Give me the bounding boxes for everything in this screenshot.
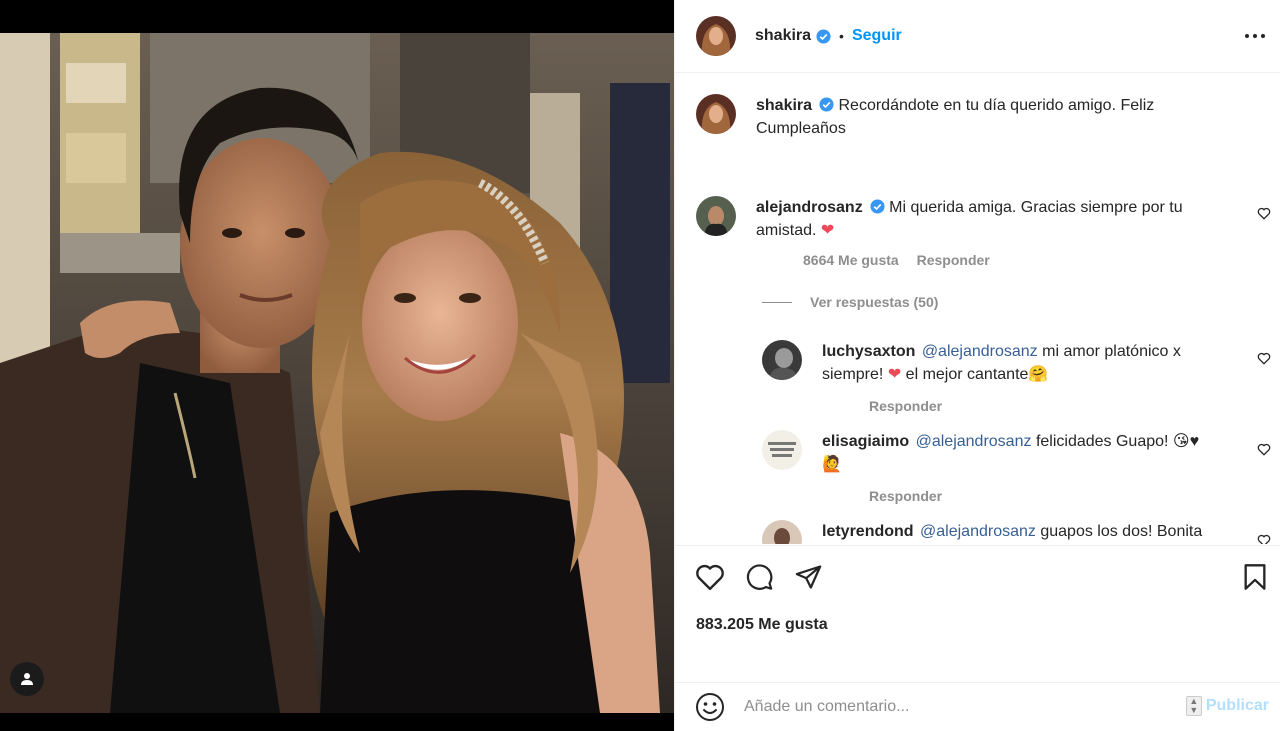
comment-text-block: alejandrosanz Mi querida amiga. Gracias … bbox=[756, 196, 1196, 242]
heart-emoji: ❤ bbox=[887, 366, 902, 383]
reply-text-block: elisagiaimo @alejandrosanz felicidades G… bbox=[822, 430, 1202, 476]
commenter-username[interactable]: alejandrosanz bbox=[756, 199, 863, 216]
author-avatar[interactable] bbox=[696, 16, 736, 56]
reply-text: felicidades Guapo! bbox=[1035, 433, 1169, 450]
more-dots-icon bbox=[1245, 34, 1265, 38]
avatar-image bbox=[762, 520, 802, 544]
like-comment-heart-icon[interactable] bbox=[1257, 534, 1271, 544]
publish-label[interactable]: Publicar bbox=[1206, 697, 1269, 715]
post-caption: shakira Recordándote en tu día querido a… bbox=[696, 94, 1256, 140]
reply-avatar[interactable] bbox=[762, 520, 802, 544]
reply-mention[interactable]: @alejandrosanz bbox=[922, 343, 1038, 360]
post-actions: 883.205 Me gusta bbox=[675, 545, 1280, 680]
follow-button[interactable]: Seguir bbox=[852, 27, 902, 45]
publish-button[interactable]: ▲ ▼ Publicar bbox=[1185, 696, 1269, 716]
reply-text-block: letyrendond @alejandrosanz guapos los do… bbox=[822, 520, 1242, 544]
reply-mention[interactable]: @alejandrosanz bbox=[920, 523, 1036, 540]
comment-likes[interactable]: 8664 Me gusta bbox=[803, 252, 899, 268]
tagged-users-button[interactable] bbox=[10, 662, 44, 696]
comment-bubble-icon[interactable] bbox=[745, 563, 774, 591]
reply-username[interactable]: luchysaxton bbox=[822, 343, 915, 360]
reply-meta: Responder bbox=[869, 488, 956, 504]
avatar-image bbox=[696, 16, 736, 56]
photo-illustration bbox=[0, 33, 674, 713]
verified-badge-icon bbox=[870, 199, 885, 214]
post-header: shakira • Seguir bbox=[675, 0, 1280, 73]
reply-item: letyrendond @alejandrosanz guapos los do… bbox=[762, 520, 1262, 544]
reply-avatar[interactable] bbox=[762, 430, 802, 470]
header-separator: • bbox=[839, 28, 844, 44]
verified-badge-icon bbox=[819, 97, 834, 112]
author-username[interactable]: shakira bbox=[755, 27, 811, 45]
save-bookmark-icon[interactable] bbox=[1243, 563, 1267, 591]
caption-avatar[interactable] bbox=[696, 94, 736, 134]
comment-item: alejandrosanz Mi querida amiga. Gracias … bbox=[696, 196, 1256, 242]
post-panel: shakira • Seguir shakira Recordándote en… bbox=[674, 0, 1280, 731]
reply-button[interactable]: Responder bbox=[869, 398, 942, 414]
caption-username[interactable]: shakira bbox=[756, 97, 812, 114]
caption-text-block: shakira Recordándote en tu día querido a… bbox=[756, 94, 1196, 140]
avatar-image bbox=[762, 430, 802, 470]
reply-username[interactable]: elisagiaimo bbox=[822, 433, 909, 450]
view-replies-label[interactable]: Ver respuestas (50) bbox=[810, 294, 938, 310]
reply-username[interactable]: letyrendond bbox=[822, 523, 914, 540]
reply-text: guapos los dos! Bonita bbox=[1040, 523, 1203, 540]
reply-avatar[interactable] bbox=[762, 340, 802, 380]
comment-meta: 8664 Me gusta Responder bbox=[803, 252, 1004, 268]
reply-button[interactable]: Responder bbox=[869, 488, 942, 504]
avatar-image bbox=[696, 196, 736, 236]
selection-handle-icon: ▲ ▼ bbox=[1185, 696, 1202, 716]
like-comment-heart-icon[interactable] bbox=[1257, 207, 1271, 220]
avatar-image bbox=[762, 340, 802, 380]
avatar-image bbox=[696, 94, 736, 134]
heart-emoji: ❤ bbox=[820, 222, 835, 239]
reply-text-2: el mejor cantante bbox=[905, 366, 1029, 383]
kiss-emoji: 😘♥ bbox=[1172, 433, 1200, 450]
reply-item: elisagiaimo @alejandrosanz felicidades G… bbox=[762, 430, 1262, 476]
emoji-smiley-icon[interactable] bbox=[695, 692, 725, 722]
user-icon bbox=[21, 673, 33, 685]
like-comment-heart-icon[interactable] bbox=[1257, 352, 1271, 365]
post-media[interactable] bbox=[0, 0, 674, 731]
view-replies-button[interactable]: Ver respuestas (50) bbox=[762, 294, 938, 310]
post-photo[interactable] bbox=[0, 33, 674, 713]
verified-badge-icon bbox=[816, 28, 831, 44]
reply-mention[interactable]: @alejandrosanz bbox=[916, 433, 1032, 450]
reply-meta: Responder bbox=[869, 398, 956, 414]
comment-input[interactable] bbox=[744, 698, 1164, 716]
replies-divider bbox=[762, 301, 792, 303]
caption-text: Recordándote en tu día querido amigo. Fe… bbox=[756, 97, 1155, 137]
reply-item: luchysaxton @alejandrosanz mi amor plató… bbox=[762, 340, 1262, 386]
reply-button[interactable]: Responder bbox=[917, 252, 990, 268]
reply-text-block: luchysaxton @alejandrosanz mi amor plató… bbox=[822, 340, 1202, 386]
more-options-button[interactable] bbox=[1243, 25, 1267, 47]
commenter-avatar[interactable] bbox=[696, 196, 736, 236]
hug-emoji: 🤗 bbox=[1028, 366, 1049, 383]
raise-hand-emoji: 🙋 bbox=[822, 456, 842, 473]
share-send-icon[interactable] bbox=[794, 563, 823, 591]
comment-composer: ▲▼ Publicar bbox=[675, 682, 1280, 731]
like-comment-heart-icon[interactable] bbox=[1257, 443, 1271, 456]
likes-count[interactable]: 883.205 Me gusta bbox=[696, 616, 828, 634]
comments-section[interactable]: shakira Recordándote en tu día querido a… bbox=[675, 74, 1280, 544]
like-heart-icon[interactable] bbox=[695, 563, 725, 591]
